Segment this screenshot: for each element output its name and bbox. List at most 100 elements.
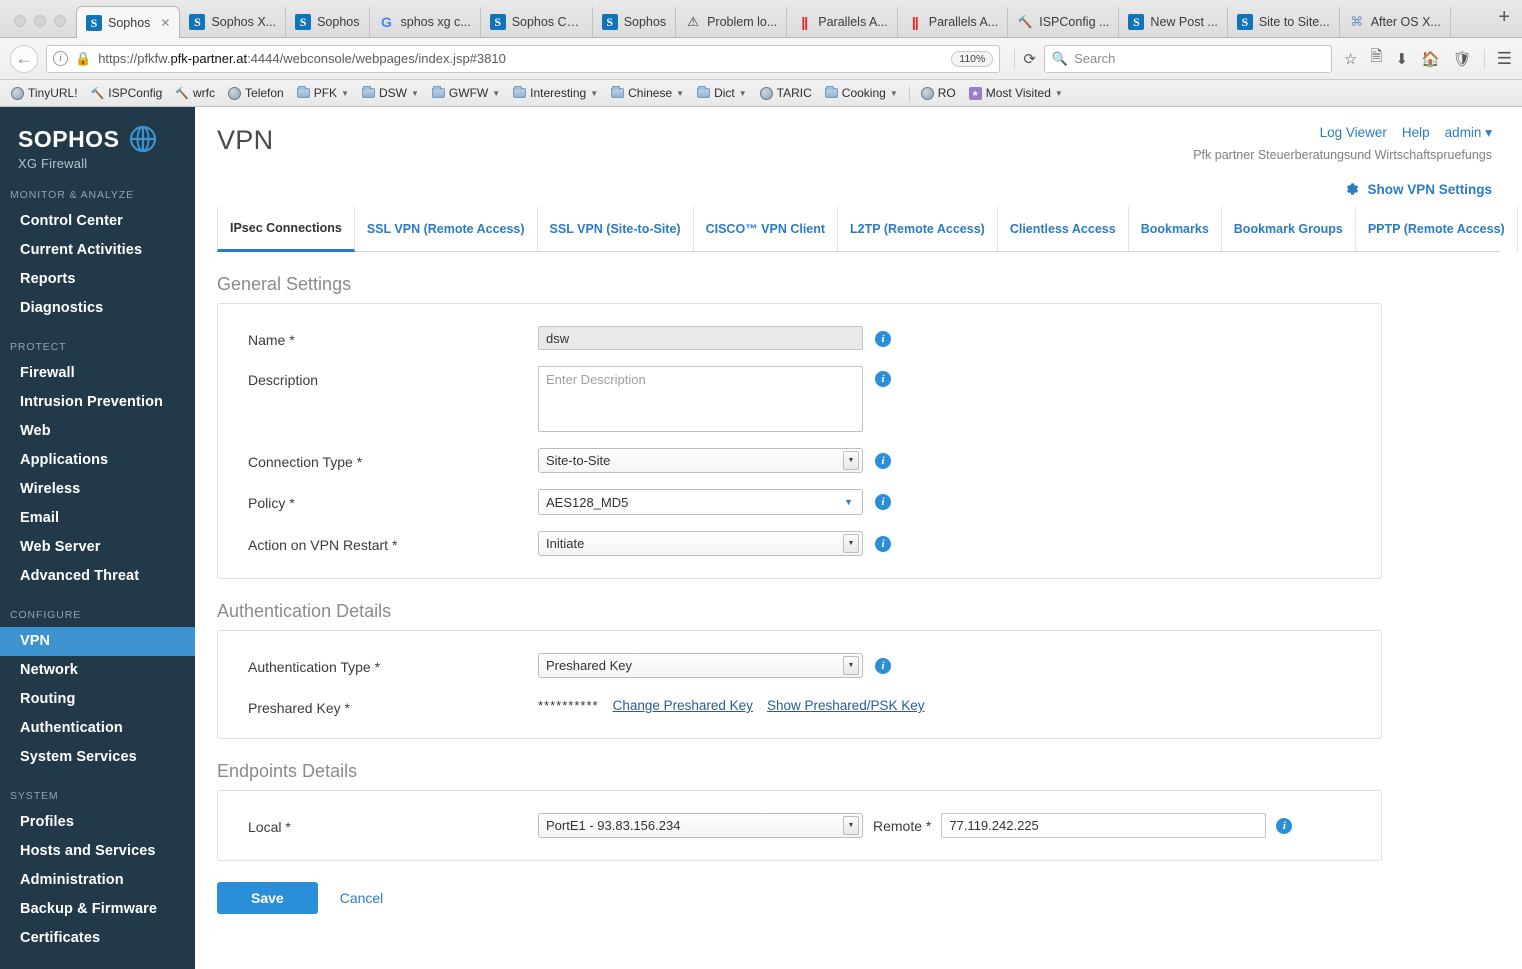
tab-l2tp-remote-access-[interactable]: L2TP (Remote Access) <box>838 206 998 251</box>
search-bar[interactable]: 🔍 Search <box>1043 44 1332 73</box>
sidebar-item-administration[interactable]: Administration <box>0 866 195 895</box>
browser-tab[interactable]: ⚠ Problem lo... <box>676 7 788 37</box>
bookmark-item[interactable]: Interesting ▼ <box>508 84 603 102</box>
sidebar-item-current-activities[interactable]: Current Activities <box>0 236 195 265</box>
sidebar-item-system-services[interactable]: System Services <box>0 743 195 772</box>
bookmark-item[interactable]: Telefon <box>223 84 289 102</box>
bookmark-item[interactable]: ★ Most Visited ▼ <box>964 84 1068 102</box>
description-textarea[interactable] <box>538 366 863 432</box>
zoom-level-badge[interactable]: 110% <box>951 50 994 67</box>
admin-menu[interactable]: admin ▾ <box>1445 125 1492 141</box>
local-endpoint-select[interactable]: PortE1 - 93.83.156.234 ▼ <box>538 813 863 838</box>
info-icon[interactable]: i <box>875 494 891 510</box>
info-icon[interactable]: i <box>875 371 891 387</box>
sidebar-item-authentication[interactable]: Authentication <box>0 714 195 743</box>
hamburger-menu-icon[interactable]: ☰ <box>1483 48 1512 69</box>
bookmark-item[interactable]: 🔨 ISPConfig <box>86 84 168 102</box>
browser-tab[interactable]: 🔨 ISPConfig ... <box>1008 7 1120 37</box>
show-preshared-key-link[interactable]: Show Preshared/PSK Key <box>767 698 925 713</box>
bookmark-item[interactable]: RO <box>916 84 961 102</box>
bookmark-star-icon[interactable]: ☆ <box>1344 50 1357 68</box>
library-icon[interactable]: 🗎 <box>1370 46 1382 71</box>
browser-tab[interactable]: ⌘ After OS X... <box>1340 7 1451 37</box>
minimize-window-button[interactable] <box>34 15 46 27</box>
downloads-icon[interactable]: ⬇ <box>1395 50 1408 68</box>
sidebar-item-vpn[interactable]: VPN <box>0 627 195 656</box>
tab-cisco-vpn-client[interactable]: CISCO™ VPN Client <box>694 206 839 251</box>
sidebar-item-certificates[interactable]: Certificates <box>0 924 195 953</box>
remote-endpoint-input[interactable] <box>941 813 1267 838</box>
info-icon[interactable]: i <box>1276 817 1293 834</box>
browser-tab[interactable]: || Parallels A... <box>787 7 898 37</box>
bookmark-item[interactable]: TinyURL! <box>6 84 83 102</box>
policy-select[interactable]: AES128_MD5 ▼ <box>538 489 863 515</box>
info-icon[interactable]: i <box>875 453 891 469</box>
browser-tab[interactable]: S Sophos ✕ <box>76 6 181 38</box>
sidebar-item-control-center[interactable]: Control Center <box>0 207 195 236</box>
close-tab-icon[interactable]: ✕ <box>156 16 170 30</box>
tab-ssl-vpn-site-to-site-[interactable]: SSL VPN (Site-to-Site) <box>538 206 694 251</box>
info-icon[interactable]: i <box>875 658 891 674</box>
address-bar[interactable]: i 🔒 https://pfkfw.pfk-partner.at:4444/we… <box>46 44 1001 73</box>
sidebar-item-diagnostics[interactable]: Diagnostics <box>0 294 195 323</box>
sidebar-item-web-server[interactable]: Web Server <box>0 533 195 562</box>
browser-tab[interactable]: S Sophos X... <box>180 7 287 37</box>
info-icon[interactable]: i <box>875 331 891 347</box>
sidebar-item-reports[interactable]: Reports <box>0 265 195 294</box>
sidebar-item-network[interactable]: Network <box>0 656 195 685</box>
auth-type-select[interactable]: Preshared Key ▼ <box>538 653 863 678</box>
site-info-icon[interactable]: i <box>53 51 68 66</box>
cancel-button[interactable]: Cancel <box>340 890 384 906</box>
show-vpn-settings-button[interactable]: Show VPN Settings <box>1193 182 1492 197</box>
save-button[interactable]: Save <box>217 882 318 914</box>
bookmark-item[interactable]: 🔨 wrfc <box>170 84 220 102</box>
help-link[interactable]: Help <box>1402 125 1430 141</box>
bookmark-item[interactable]: DSW ▼ <box>357 84 424 102</box>
bookmark-item[interactable]: Cooking ▼ <box>820 84 903 102</box>
log-viewer-link[interactable]: Log Viewer <box>1320 125 1387 141</box>
tab-bookmark-groups[interactable]: Bookmark Groups <box>1222 206 1356 251</box>
name-input[interactable] <box>538 326 863 350</box>
info-icon[interactable]: i <box>875 536 891 552</box>
globe-icon <box>920 86 934 100</box>
bookmark-item[interactable]: GWFW ▼ <box>427 84 505 102</box>
shield-icon[interactable]: 🛡 <box>1453 50 1472 68</box>
sidebar-item-applications[interactable]: Applications <box>0 446 195 475</box>
tab-pptp-remote-access-[interactable]: PPTP (Remote Access) <box>1356 206 1518 251</box>
sidebar-item-advanced-threat[interactable]: Advanced Threat <box>0 562 195 591</box>
browser-tab[interactable]: S Sophos <box>286 7 370 37</box>
connection-type-select[interactable]: Site-to-Site ▼ <box>538 448 863 473</box>
action-on-restart-select[interactable]: Initiate ▼ <box>538 531 863 556</box>
sidebar-item-email[interactable]: Email <box>0 504 195 533</box>
bookmark-item[interactable]: PFK ▼ <box>292 84 354 102</box>
bookmark-item[interactable]: TARIC <box>755 84 817 102</box>
back-button[interactable]: ← <box>10 44 38 73</box>
sidebar-item-intrusion-prevention[interactable]: Intrusion Prevention <box>0 388 195 417</box>
browser-tab[interactable]: || Parallels A... <box>898 7 1009 37</box>
change-preshared-key-link[interactable]: Change Preshared Key <box>613 698 753 713</box>
browser-tab[interactable]: S Site to Site... <box>1228 7 1340 37</box>
sidebar-item-web[interactable]: Web <box>0 417 195 446</box>
tab-ipsec-connections[interactable]: IPsec Connections <box>217 206 355 252</box>
tab-bookmarks[interactable]: Bookmarks <box>1129 206 1222 251</box>
bookmark-item[interactable]: Chinese ▼ <box>606 84 689 102</box>
browser-tab[interactable]: S Sophos Co... <box>481 7 593 37</box>
sidebar-item-wireless[interactable]: Wireless <box>0 475 195 504</box>
sidebar-item-profiles[interactable]: Profiles <box>0 808 195 837</box>
new-tab-button[interactable]: + <box>1486 7 1522 31</box>
tab-ipsec-profiles[interactable]: IPsec Profiles <box>1518 206 1522 251</box>
sidebar-item-backup-firmware[interactable]: Backup & Firmware <box>0 895 195 924</box>
maximize-window-button[interactable] <box>54 15 66 27</box>
close-window-button[interactable] <box>14 15 26 27</box>
tab-ssl-vpn-remote-access-[interactable]: SSL VPN (Remote Access) <box>355 206 538 251</box>
home-icon[interactable]: 🏠 <box>1421 50 1440 68</box>
sidebar-item-firewall[interactable]: Firewall <box>0 359 195 388</box>
sidebar-item-routing[interactable]: Routing <box>0 685 195 714</box>
browser-tab[interactable]: Gsphos xg c... <box>370 7 481 37</box>
reload-button[interactable]: ⟳ <box>1014 48 1036 69</box>
browser-tab[interactable]: S Sophos <box>593 7 677 37</box>
tab-clientless-access[interactable]: Clientless Access <box>998 206 1129 251</box>
bookmark-item[interactable]: Dict ▼ <box>692 84 752 102</box>
browser-tab[interactable]: S New Post ... <box>1119 7 1228 37</box>
sidebar-item-hosts-and-services[interactable]: Hosts and Services <box>0 837 195 866</box>
